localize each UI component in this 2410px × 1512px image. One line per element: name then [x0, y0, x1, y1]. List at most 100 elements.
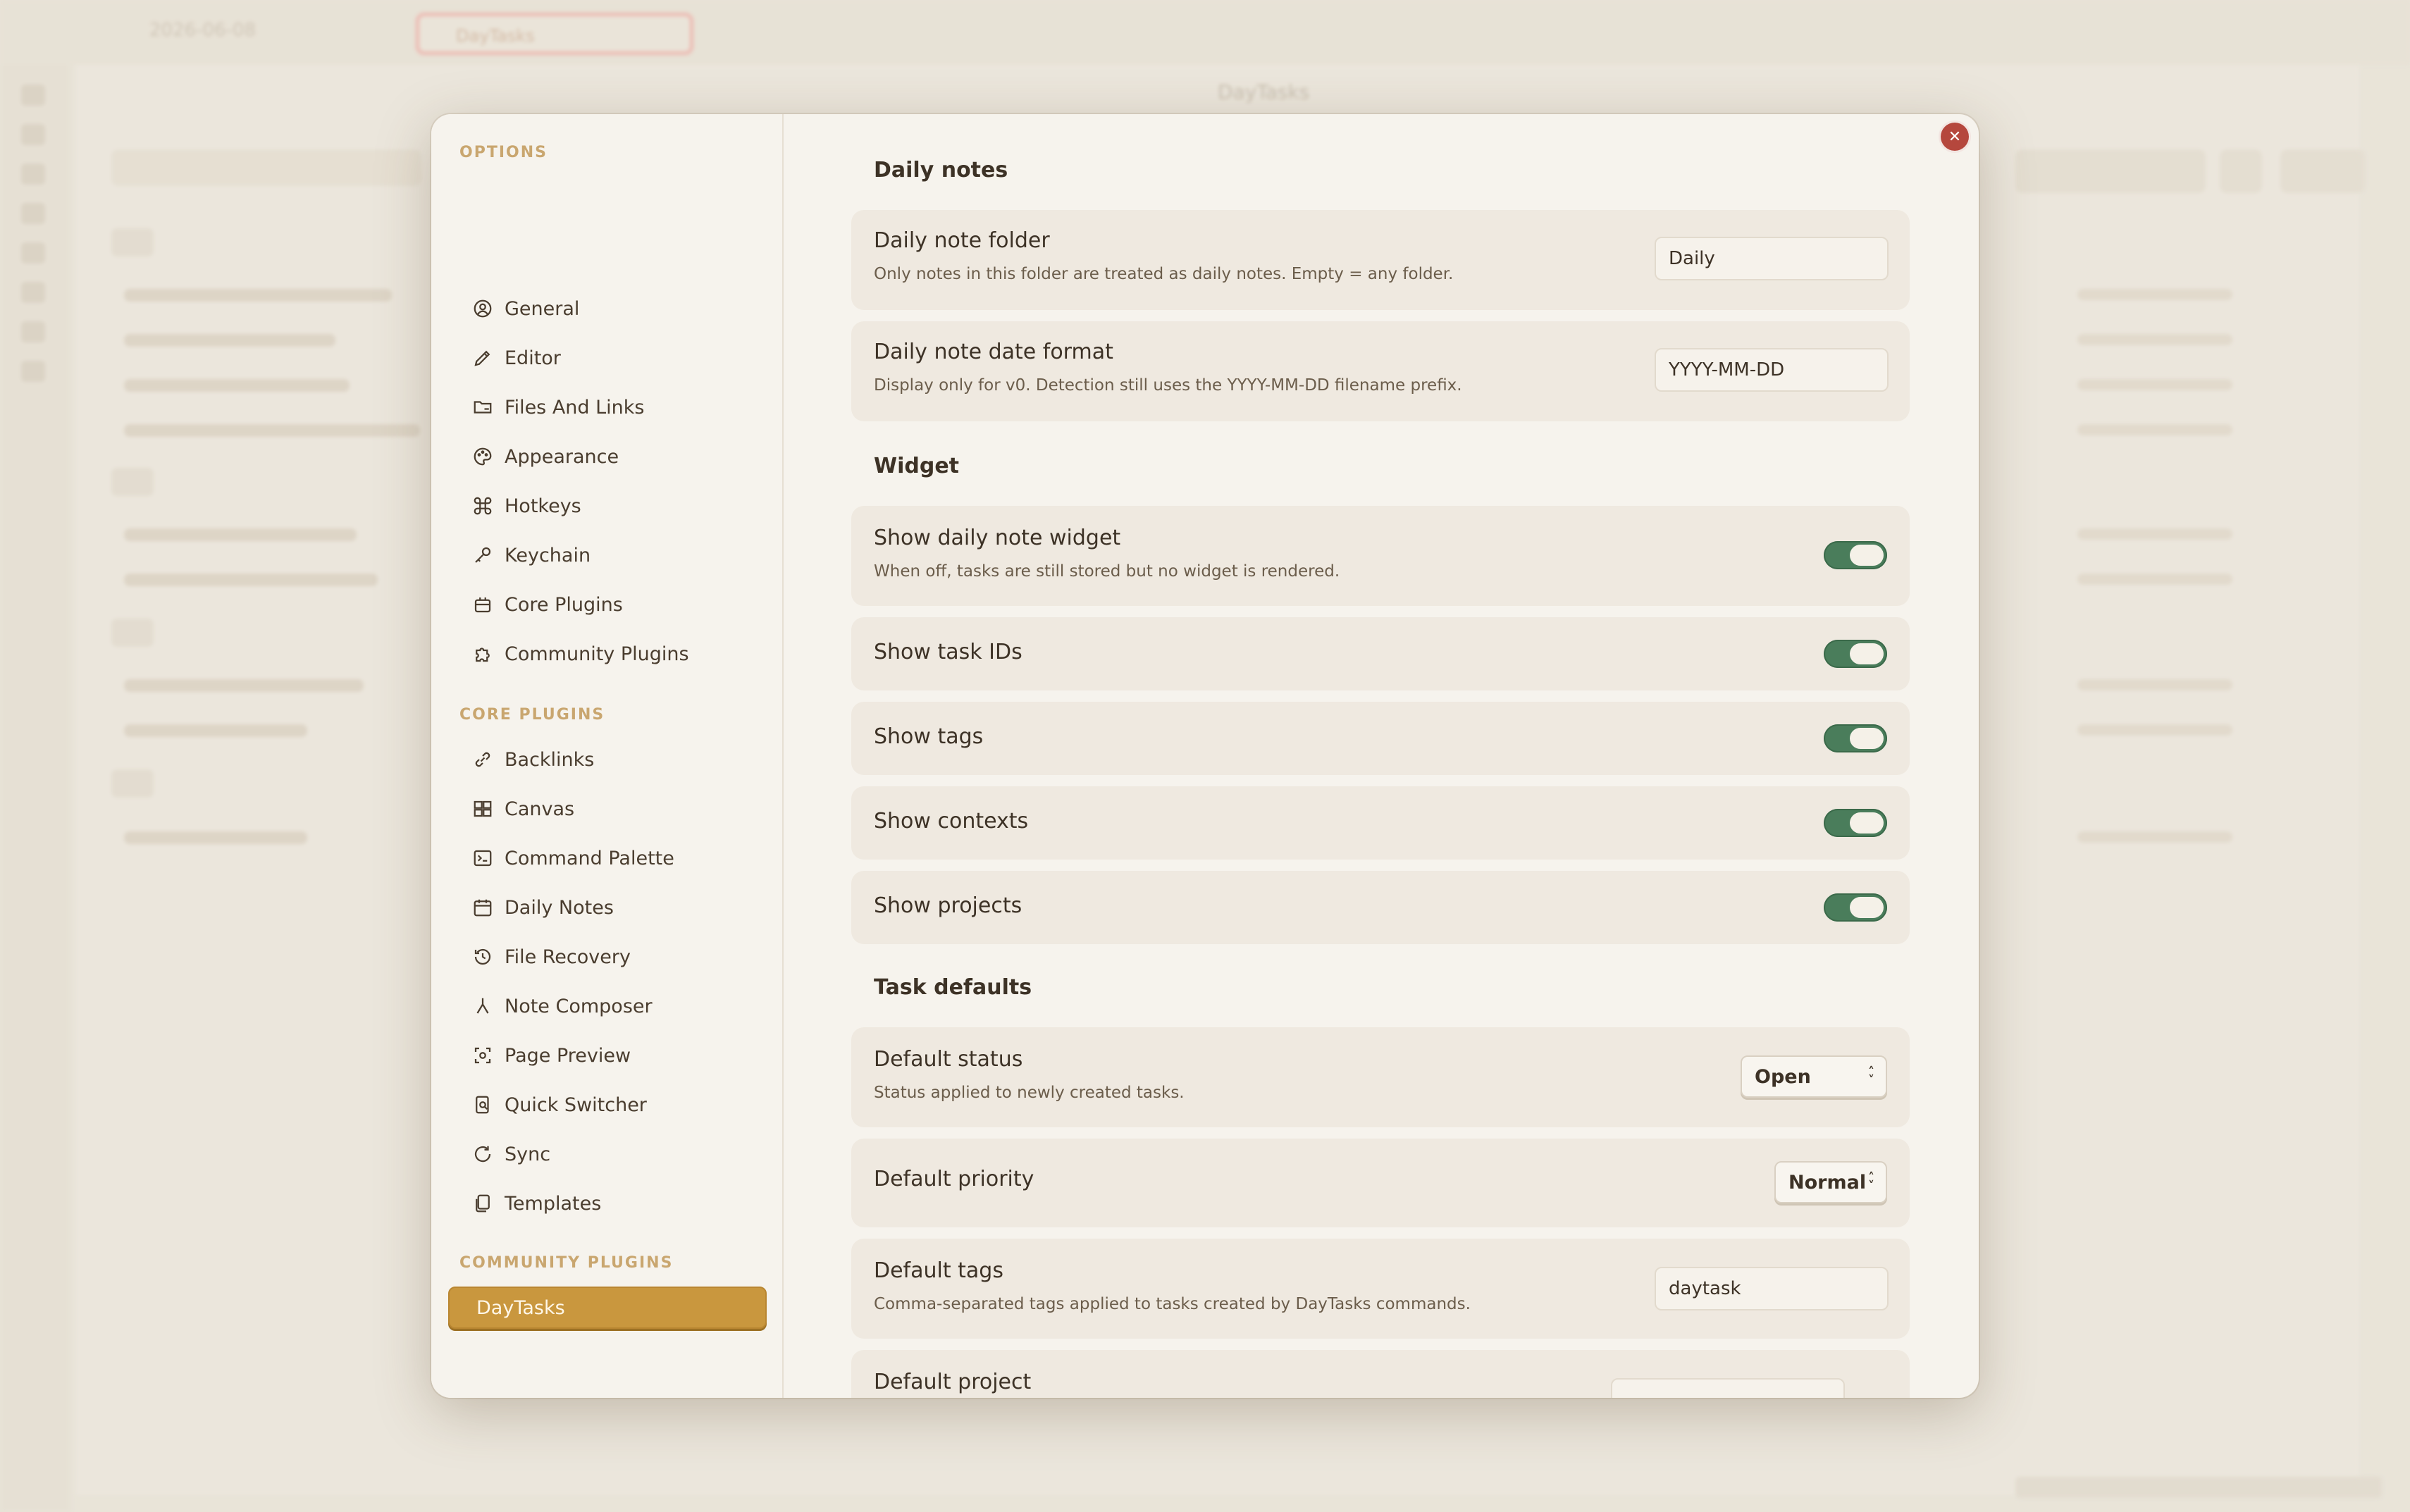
setting-description: When off, tasks are still stored but no … [874, 562, 1340, 581]
sync-icon [474, 1146, 491, 1163]
sidebar-item-label: Page Preview [505, 1044, 631, 1067]
chevron-up-down-icon: ˄ ˅ [1868, 1065, 1874, 1088]
community-plugins-heading: COMMUNITY PLUGINS [459, 1254, 674, 1272]
user-circle-icon [474, 299, 492, 318]
setting-title: Default status [874, 1047, 1023, 1072]
sidebar-item-file-recovery[interactable]: File Recovery [451, 936, 762, 978]
date-format-input[interactable]: YYYY-MM-DD [1655, 348, 1889, 392]
settings-sidebar: OPTIONS General Editor Files And Links A… [431, 114, 784, 1398]
setting-description: Comma-separated tags applied to tasks cr… [874, 1295, 1471, 1313]
puzzle-icon [476, 647, 490, 662]
sidebar-item-canvas[interactable]: Canvas [451, 788, 762, 830]
preview-icon [474, 1047, 491, 1064]
section-daily-notes-heading: Daily notes [874, 158, 1008, 182]
sidebar-item-hotkeys[interactable]: Hotkeys [451, 485, 762, 527]
core-plugins-heading: CORE PLUGINS [459, 706, 605, 724]
setting-description: Only notes in this folder are treated as… [874, 265, 1454, 283]
sidebar-item-label: Community Plugins [505, 643, 689, 665]
sidebar-item-daytasks[interactable]: DayTasks [448, 1287, 767, 1329]
sidebar-item-label: DayTasks [476, 1296, 565, 1319]
sidebar-item-label: Core Plugins [505, 593, 623, 616]
sidebar-item-daily-notes[interactable]: Daily Notes [451, 886, 762, 929]
sidebar-item-label: Canvas [505, 798, 575, 820]
show-tags-toggle[interactable] [1824, 724, 1887, 752]
setting-show-tags: Show tags [851, 702, 1910, 775]
sidebar-item-command-palette[interactable]: Command Palette [451, 837, 762, 879]
show-projects-toggle[interactable] [1824, 893, 1887, 922]
sidebar-item-label: General [505, 297, 580, 320]
setting-title: Show tags [874, 724, 984, 749]
pencil-icon [474, 350, 490, 366]
show-contexts-toggle[interactable] [1824, 809, 1887, 837]
backlinks-icon [475, 752, 490, 767]
default-priority-select[interactable]: Normal ˄ ˅ [1774, 1161, 1887, 1203]
sidebar-item-templates[interactable]: Templates [451, 1182, 762, 1225]
sidebar-item-keychain[interactable]: Keychain [451, 534, 762, 576]
setting-title: Show projects [874, 893, 1022, 918]
sidebar-item-label: Daily Notes [505, 896, 614, 919]
setting-title: Default priority [874, 1167, 1034, 1191]
settings-content: Daily notes Daily note folder Only notes… [785, 114, 1979, 1398]
chevron-up-down-icon: ˄ ˅ [1868, 1170, 1874, 1194]
sidebar-item-label: Sync [505, 1143, 551, 1165]
setting-daily-note-folder: Daily note folder Only notes in this fol… [851, 210, 1910, 310]
default-status-select[interactable]: Open ˄ ˅ [1741, 1055, 1887, 1098]
setting-default-project: Default project [851, 1350, 1910, 1398]
key-icon [475, 547, 491, 563]
daily-note-folder-input[interactable]: Daily [1655, 237, 1889, 280]
sidebar-item-label: Hotkeys [505, 495, 581, 517]
sidebar-item-appearance[interactable]: Appearance [451, 435, 762, 478]
sidebar-item-label: Note Composer [505, 995, 653, 1017]
sidebar-item-page-preview[interactable]: Page Preview [451, 1034, 762, 1077]
sidebar-item-backlinks[interactable]: Backlinks [451, 738, 762, 781]
command-icon [474, 497, 492, 515]
sidebar-item-community-plugins[interactable]: Community Plugins [451, 633, 762, 675]
setting-default-tags: Default tags Comma-separated tags applie… [851, 1239, 1910, 1339]
folder-link-icon [474, 401, 492, 414]
show-widget-toggle[interactable] [1824, 541, 1887, 569]
sidebar-item-sync[interactable]: Sync [451, 1133, 762, 1175]
sidebar-item-label: Appearance [505, 445, 619, 468]
switcher-icon [476, 1096, 489, 1114]
sidebar-item-label: Backlinks [505, 748, 595, 771]
plug-box-icon [474, 597, 491, 613]
close-icon[interactable]: ✕ [1941, 123, 1969, 151]
setting-title: Show daily note widget [874, 526, 1121, 550]
sidebar-item-editor[interactable]: Editor [451, 337, 762, 379]
sidebar-item-files-and-links[interactable]: Files And Links [451, 386, 762, 428]
sidebar-item-label: Templates [505, 1192, 602, 1215]
section-task-defaults-heading: Task defaults [874, 975, 1032, 1000]
default-project-input[interactable] [1611, 1378, 1845, 1398]
history-icon [474, 948, 491, 965]
default-tags-input[interactable]: daytask [1655, 1267, 1889, 1310]
calendar-icon [474, 899, 492, 917]
section-widget-heading: Widget [874, 454, 960, 478]
sidebar-item-general[interactable]: General [451, 287, 762, 330]
canvas-icon [474, 800, 492, 817]
setting-default-status: Default status Status applied to newly c… [851, 1027, 1910, 1127]
sidebar-item-label: Command Palette [505, 847, 674, 869]
setting-title: Show contexts [874, 809, 1029, 834]
setting-title: Show task IDs [874, 640, 1022, 664]
sidebar-item-label: Keychain [505, 544, 591, 566]
terminal-icon [474, 850, 492, 867]
setting-show-widget: Show daily note widget When off, tasks a… [851, 506, 1910, 606]
sidebar-item-note-composer[interactable]: Note Composer [451, 985, 762, 1027]
setting-title: Default tags [874, 1258, 1003, 1283]
merge-icon [476, 998, 489, 1014]
settings-modal: OPTIONS General Editor Files And Links A… [431, 114, 1979, 1398]
setting-description: Status applied to newly created tasks. [874, 1084, 1185, 1102]
sidebar-item-core-plugins[interactable]: Core Plugins [451, 583, 762, 626]
templates-icon [476, 1194, 490, 1213]
sidebar-item-label: Files And Links [505, 396, 645, 419]
setting-show-task-ids: Show task IDs [851, 617, 1910, 690]
setting-title: Daily note folder [874, 228, 1050, 253]
options-heading: OPTIONS [459, 144, 548, 161]
setting-default-priority: Default priority Normal ˄ ˅ [851, 1139, 1910, 1227]
show-task-ids-toggle[interactable] [1824, 640, 1887, 668]
sidebar-item-quick-switcher[interactable]: Quick Switcher [451, 1084, 762, 1126]
setting-show-contexts: Show contexts [851, 786, 1910, 860]
setting-daily-note-date-format: Daily note date format Display only for … [851, 321, 1910, 421]
setting-show-projects: Show projects [851, 871, 1910, 944]
palette-icon [474, 447, 492, 466]
